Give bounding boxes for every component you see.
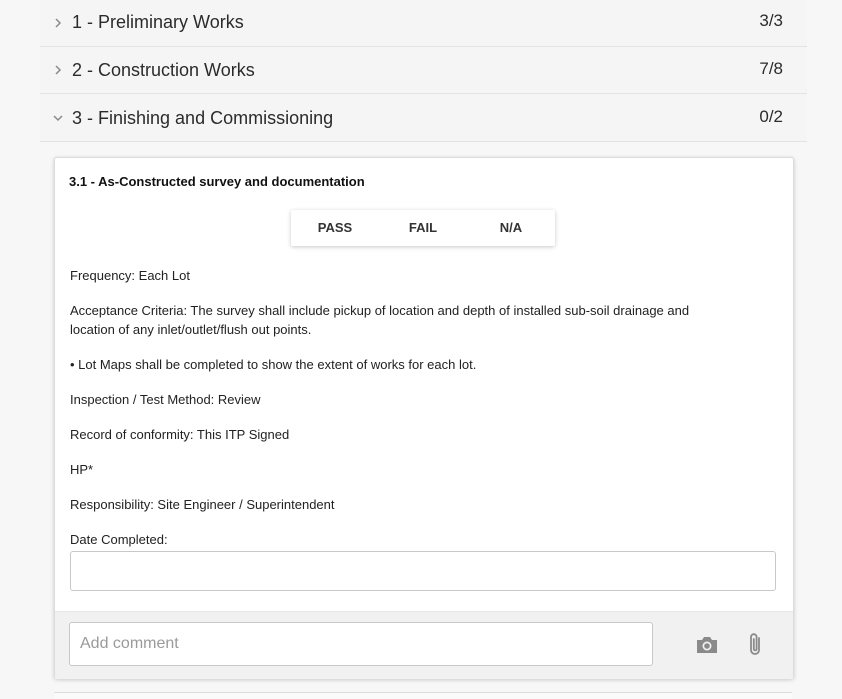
pass-button[interactable]: PASS bbox=[291, 210, 379, 246]
camera-icon[interactable] bbox=[694, 632, 720, 658]
chevron-right-icon bbox=[55, 18, 62, 28]
section-title: 2 - Construction Works bbox=[72, 60, 255, 80]
section-title: 1 - Preliminary Works bbox=[72, 12, 244, 32]
chevron-right-icon bbox=[55, 65, 62, 75]
checklist-accordion: 1 - Preliminary Works 3/3 2 - Constructi… bbox=[40, 0, 807, 142]
checklist-item-card: 3.1 - As-Constructed survey and document… bbox=[54, 157, 794, 679]
chevron-down-icon bbox=[53, 114, 63, 121]
result-toggle-group: PASS FAIL N/A bbox=[291, 210, 555, 246]
date-completed-field[interactable] bbox=[70, 551, 776, 591]
section-progress-count: 3/3 bbox=[759, 11, 783, 30]
comment-input[interactable] bbox=[69, 622, 653, 666]
section-progress-count: 7/8 bbox=[759, 59, 783, 78]
section-header-construction-works[interactable]: 2 - Construction Works 7/8 bbox=[40, 47, 807, 94]
section-header-preliminary-works[interactable]: 1 - Preliminary Works 3/3 bbox=[40, 0, 807, 47]
hold-point-text: HP* bbox=[70, 462, 94, 477]
responsibility-text: Responsibility: Site Engineer / Superint… bbox=[70, 497, 335, 512]
section-title: 3 - Finishing and Commissioning bbox=[72, 108, 334, 128]
section-header-finishing-and-commissioning[interactable]: 3 - Finishing and Commissioning 0/2 bbox=[40, 94, 807, 142]
acceptance-criteria-line-1: Acceptance Criteria: The survey shall in… bbox=[70, 303, 690, 318]
date-completed-label: Date Completed: bbox=[70, 532, 168, 547]
inspection-method-text: Inspection / Test Method: Review bbox=[70, 392, 261, 407]
record-of-conformity-text: Record of conformity: This ITP Signed bbox=[70, 427, 290, 442]
fail-button[interactable]: FAIL bbox=[379, 210, 467, 246]
section-progress-count: 0/2 bbox=[759, 107, 783, 126]
item-title: 3.1 - As-Constructed survey and document… bbox=[69, 174, 365, 189]
na-button[interactable]: N/A bbox=[467, 210, 555, 246]
comment-bar bbox=[55, 611, 793, 679]
paperclip-icon[interactable] bbox=[743, 632, 769, 658]
acceptance-criteria-line-2: location of any inlet/outlet/flush out p… bbox=[70, 322, 312, 337]
frequency-text: Frequency: Each Lot bbox=[70, 268, 190, 283]
lot-maps-text: • Lot Maps shall be completed to show th… bbox=[70, 357, 477, 372]
